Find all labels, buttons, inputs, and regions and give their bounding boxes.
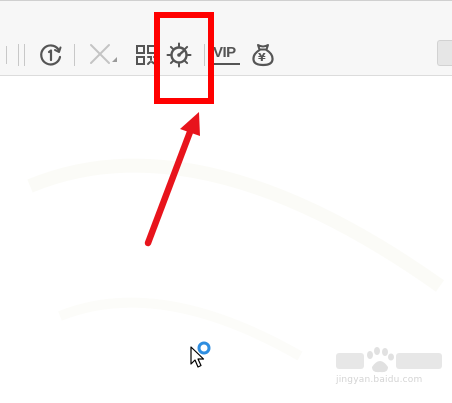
loading-ring-icon bbox=[197, 341, 211, 355]
toolbar-divider bbox=[204, 44, 205, 66]
close-tab-button[interactable] bbox=[84, 38, 122, 72]
yuan-moneybag-icon: ¥ bbox=[250, 42, 276, 68]
toolbar: VIP ¥ bbox=[0, 0, 452, 76]
speed-gauge-icon bbox=[166, 42, 192, 68]
busy-mouse-cursor bbox=[190, 340, 216, 375]
toolbar-left-edge-divider bbox=[6, 46, 7, 64]
history-clock-icon bbox=[40, 44, 62, 66]
toolbar-divider bbox=[74, 44, 75, 66]
yuan-symbol: ¥ bbox=[258, 51, 266, 64]
window-top-border bbox=[0, 0, 452, 1]
address-bar-edge[interactable] bbox=[437, 40, 452, 66]
toolbar-divider bbox=[18, 44, 19, 66]
toolbar-divider bbox=[24, 44, 25, 66]
baidu-paw-logo-icon bbox=[336, 347, 442, 373]
vip-icon: VIP bbox=[211, 43, 241, 67]
history-button[interactable] bbox=[36, 38, 66, 72]
arrow-cursor-icon bbox=[190, 341, 211, 368]
close-x-icon bbox=[90, 44, 117, 64]
qr-code-button[interactable] bbox=[132, 38, 160, 72]
watermark-url: jingyan.baidu.com bbox=[336, 375, 423, 385]
speed-boost-button[interactable] bbox=[164, 38, 194, 72]
vip-underline bbox=[212, 63, 240, 65]
wallet-button[interactable]: ¥ bbox=[248, 38, 278, 72]
vip-label: VIP bbox=[213, 44, 236, 61]
qr-code-icon bbox=[136, 45, 156, 65]
vip-button[interactable]: VIP bbox=[210, 38, 242, 72]
browser-window: VIP ¥ jingyan.baidu.com bbox=[0, 0, 452, 403]
baidu-jingyan-watermark: jingyan.baidu.com bbox=[330, 345, 448, 395]
